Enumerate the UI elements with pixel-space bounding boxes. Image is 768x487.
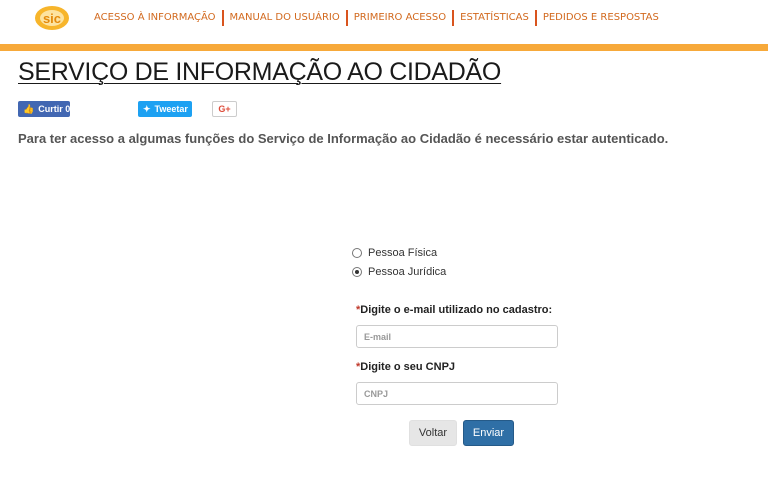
email-field[interactable]: [356, 325, 558, 348]
svg-text:sic: sic: [43, 11, 61, 26]
radio-label: Pessoa Jurídica: [368, 266, 447, 278]
cnpj-label-text: Digite o seu CNPJ: [360, 361, 456, 373]
sic-logo-icon[interactable]: sic: [33, 4, 71, 32]
cnpj-field[interactable]: [356, 382, 558, 405]
tweet-label: Tweetar: [154, 104, 188, 114]
twitter-bird-icon: ✦: [143, 103, 151, 114]
authentication-notice: Para ter acesso a algumas funções do Ser…: [18, 131, 669, 146]
radio-circle-selected[interactable]: [352, 267, 362, 277]
header-accent-strip: [0, 44, 768, 51]
nav-estatisticas[interactable]: ESTATÍSTICAS: [454, 11, 535, 25]
radio-pessoa-juridica[interactable]: Pessoa Jurídica: [352, 266, 446, 278]
nav-primeiro-acesso[interactable]: PRIMEIRO ACESSO: [348, 11, 452, 25]
thumbs-up-icon: 👍: [23, 103, 35, 114]
submit-button[interactable]: Enviar: [463, 420, 514, 446]
email-field-label: *Digite o e-mail utilizado no cadastro:: [356, 304, 552, 316]
back-button[interactable]: Voltar: [409, 420, 457, 446]
facebook-like-label: Curtir 0: [38, 104, 71, 114]
top-bar: sic ACESSO À INFORMAÇÃO MANUAL DO USUÁRI…: [0, 0, 768, 44]
nav-acesso-informacao[interactable]: ACESSO À INFORMAÇÃO: [88, 11, 222, 25]
email-label-text: Digite o e-mail utilizado no cadastro:: [360, 304, 553, 316]
page-title: SERVIÇO DE INFORMAÇÃO AO CIDADÃO: [18, 58, 502, 86]
nav-manual-usuario[interactable]: MANUAL DO USUÁRIO: [224, 11, 346, 25]
google-plus-button[interactable]: G+: [212, 101, 237, 117]
radio-pessoa-fisica[interactable]: Pessoa Física: [352, 247, 437, 259]
facebook-like-button[interactable]: 👍 Curtir 0: [18, 101, 70, 117]
cnpj-field-label: *Digite o seu CNPJ: [356, 361, 455, 373]
tweet-button[interactable]: ✦ Tweetar: [138, 101, 192, 117]
main-nav: ACESSO À INFORMAÇÃO MANUAL DO USUÁRIO PR…: [88, 10, 665, 26]
radio-label: Pessoa Física: [368, 247, 438, 259]
nav-pedidos-respostas[interactable]: PEDIDOS E RESPOSTAS: [537, 11, 665, 25]
radio-circle[interactable]: [352, 248, 362, 258]
